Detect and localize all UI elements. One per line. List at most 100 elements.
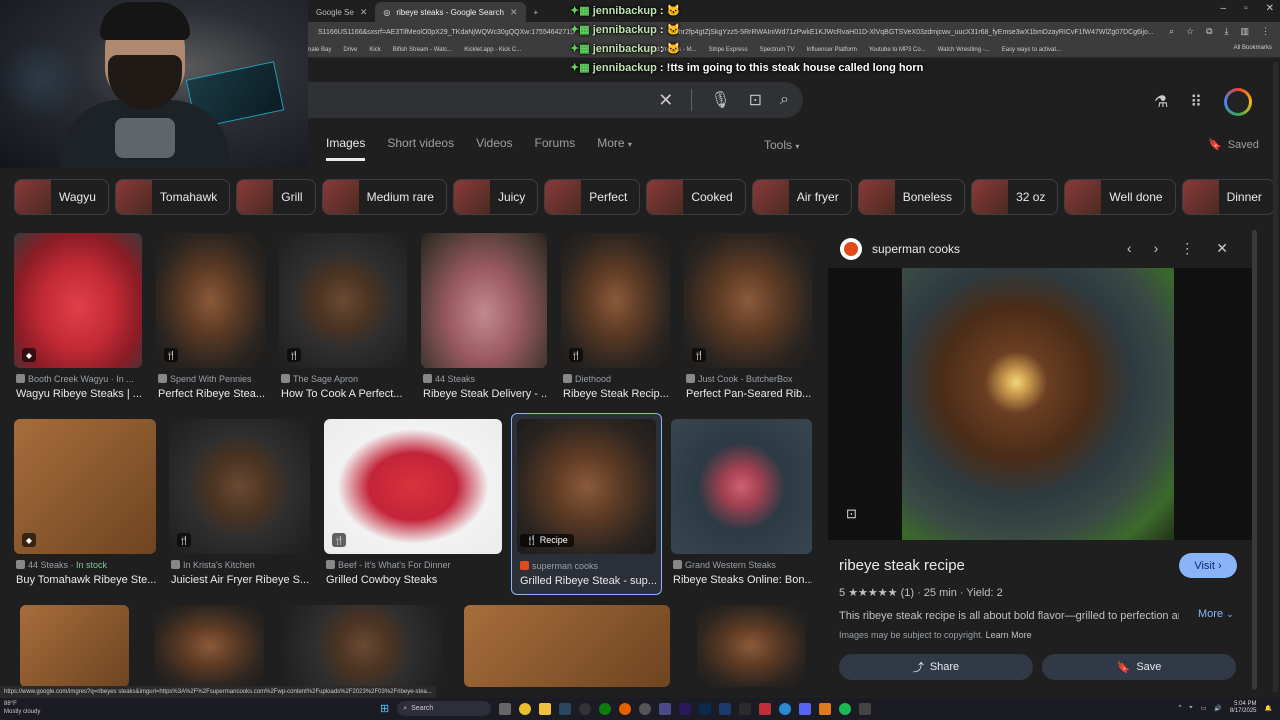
save-button[interactable]: 🔖 Save [1042, 654, 1236, 680]
volume-icon[interactable]: 🔊 [1214, 705, 1221, 712]
more-options-icon[interactable]: ⋮ [1180, 240, 1194, 257]
tab-more[interactable]: More ▾ [597, 136, 632, 161]
task-view-icon[interactable] [499, 702, 512, 715]
menu-icon[interactable]: ⋮ [1261, 26, 1270, 37]
image-result[interactable]: 44 Steaks Ribeye Steak Delivery - ... [421, 233, 547, 403]
notification-icon[interactable]: 🔔 [1265, 705, 1272, 712]
bookmark-item[interactable]: Kicklet.app - Kick C... [464, 47, 521, 53]
preview-image[interactable] [902, 268, 1174, 540]
discord-icon[interactable] [799, 702, 812, 715]
image-result[interactable]: ◆ Booth Creek Wagyu · In ... Wagyu Ribey… [14, 233, 142, 403]
image-result[interactable]: 🍴 Beef - It's What's For Dinner Grilled … [324, 419, 502, 591]
app-icon[interactable] [659, 702, 672, 715]
image-result[interactable]: 🍴 Spend With Pennies Perfect Ribeye Stea… [156, 233, 265, 403]
avatar[interactable] [1224, 88, 1252, 116]
bookmark-item[interactable]: Bifish Stream - Watc... [393, 47, 452, 53]
maximize-icon[interactable]: ▫ [1244, 3, 1248, 14]
image-result[interactable] [697, 605, 805, 687]
taskbar-search[interactable]: ⌕ Search [397, 701, 492, 716]
tools-button[interactable]: Tools ▾ [764, 138, 799, 152]
extensions-icon[interactable]: ⧉ [1206, 26, 1212, 37]
more-button[interactable]: More ⌄ [1198, 608, 1234, 620]
browser-tab-active[interactable]: ◎ ribeye steaks - Google Search ✕ [375, 2, 526, 22]
preview-source[interactable]: superman cooks [840, 238, 960, 260]
visit-button[interactable]: Visit › [1179, 553, 1237, 578]
clock[interactable]: 5:04 PM 8/17/2025 [1230, 701, 1257, 715]
voice-search-icon[interactable]: 🎙 [710, 90, 730, 110]
previous-icon[interactable]: ‹ [1127, 240, 1132, 257]
all-bookmarks[interactable]: All Bookmarks [1234, 45, 1272, 51]
zoom-icon[interactable]: ⌕ [1169, 26, 1174, 37]
after-effects-icon[interactable] [679, 702, 692, 715]
sidebar-icon[interactable]: ▥ [1240, 26, 1249, 37]
chip-perfect[interactable]: Perfect [544, 179, 641, 215]
google-apps-icon[interactable]: ⠿ [1190, 92, 1202, 112]
obs-icon[interactable] [579, 702, 592, 715]
tray-chevron-icon[interactable]: ^ [1178, 705, 1181, 711]
tab-short-videos[interactable]: Short videos [387, 136, 454, 161]
chip-boneless[interactable]: Boneless [857, 179, 966, 215]
lens-search-icon[interactable]: ⊡ [749, 90, 762, 110]
result-title[interactable]: Grilled Ribeye Steak - sup... [520, 575, 660, 587]
edge-icon[interactable] [779, 702, 792, 715]
clear-search-icon[interactable]: ✕ [658, 90, 673, 111]
minimize-icon[interactable]: – [1221, 3, 1227, 14]
app-icon[interactable] [819, 702, 832, 715]
xbox-icon[interactable] [599, 702, 612, 715]
spotify-icon[interactable] [839, 702, 852, 715]
download-icon[interactable]: ⤓ [1225, 26, 1229, 37]
weather-widget[interactable]: 88°F Mostly cloudy [4, 700, 40, 716]
photoshop-icon[interactable] [699, 702, 712, 715]
image-result[interactable]: 🍴 Diethood Ribeye Steak Recip... [561, 233, 670, 403]
tab-videos[interactable]: Videos [476, 136, 512, 161]
result-title[interactable]: Ribeye Steak Delivery - ... [423, 388, 547, 400]
bookmark-item[interactable]: nale Bay [308, 47, 331, 53]
chip-grill[interactable]: Grill [236, 179, 316, 215]
lens-search-icon[interactable]: ⊡ [846, 506, 857, 522]
result-title[interactable]: Ribeye Steaks Online: Bon... [673, 574, 812, 586]
bookmark-item[interactable]: Drive [343, 47, 357, 53]
location-icon[interactable]: ⌖ [1189, 705, 1192, 712]
file-explorer-icon[interactable] [539, 702, 552, 715]
learn-more-link[interactable]: Learn More [986, 630, 1032, 640]
chip-medium-rare[interactable]: Medium rare [321, 179, 447, 215]
image-result[interactable] [284, 605, 443, 687]
page-scrollbar[interactable] [1273, 62, 1278, 692]
new-tab-button[interactable]: + [526, 2, 547, 22]
result-title[interactable]: Buy Tomahawk Ribeye Ste... [16, 574, 156, 586]
chrome-icon[interactable] [519, 702, 532, 715]
close-icon[interactable]: ✕ [510, 7, 518, 18]
saved-button[interactable]: 🔖 Saved [1208, 138, 1259, 152]
close-window-icon[interactable]: ✕ [1266, 3, 1274, 14]
search-box[interactable]: ✕ 🎙 ⊡ ⌕ [300, 82, 803, 118]
panel-scrollbar[interactable] [1252, 230, 1257, 690]
image-result-selected[interactable]: 🍴 Recipe superman cooks Grilled Ribeye S… [511, 413, 662, 595]
image-result[interactable]: 🍴 Just Cook - ButcherBox Perfect Pan-Sea… [684, 233, 812, 403]
image-result[interactable]: Grand Western Steaks Ribeye Steaks Onlin… [671, 419, 812, 591]
windows-start-icon[interactable]: ⊞ [380, 702, 389, 715]
chip-well-done[interactable]: Well done [1064, 179, 1176, 215]
image-result[interactable] [464, 605, 670, 687]
image-result[interactable] [155, 605, 264, 687]
app-icon[interactable] [639, 702, 652, 715]
result-title[interactable]: Grilled Cowboy Steaks [326, 574, 502, 586]
chip-32-oz[interactable]: 32 oz [971, 179, 1059, 215]
preview-title[interactable]: ribeye steak recipe [839, 557, 965, 574]
result-title[interactable]: Perfect Pan-Seared Rib... [686, 388, 812, 400]
image-result[interactable]: ◆ 44 Steaks · In stock Buy Tomahawk Ribe… [14, 419, 156, 591]
chip-dinner[interactable]: Dinner [1181, 179, 1275, 215]
app-icon[interactable] [859, 702, 872, 715]
close-icon[interactable]: ✕ [360, 7, 368, 18]
bookmark-item[interactable]: Kick [369, 47, 380, 53]
browser-tab[interactable]: Google Se ✕ [308, 2, 375, 22]
result-title[interactable]: Ribeye Steak Recip... [563, 388, 670, 400]
next-icon[interactable]: › [1154, 240, 1159, 257]
app-icon[interactable] [719, 702, 732, 715]
chip-wagyu[interactable]: Wagyu [14, 179, 109, 215]
bookmark-item[interactable]: Easy ways to activat... [1002, 47, 1061, 53]
image-result[interactable]: 🍴 The Sage Apron How To Cook A Perfect..… [279, 233, 407, 403]
search-icon[interactable]: ⌕ [780, 91, 789, 109]
tab-images[interactable]: Images [326, 136, 366, 161]
chip-air-fryer[interactable]: Air fryer [751, 179, 852, 215]
labs-flask-icon[interactable]: ⚗ [1154, 92, 1168, 112]
